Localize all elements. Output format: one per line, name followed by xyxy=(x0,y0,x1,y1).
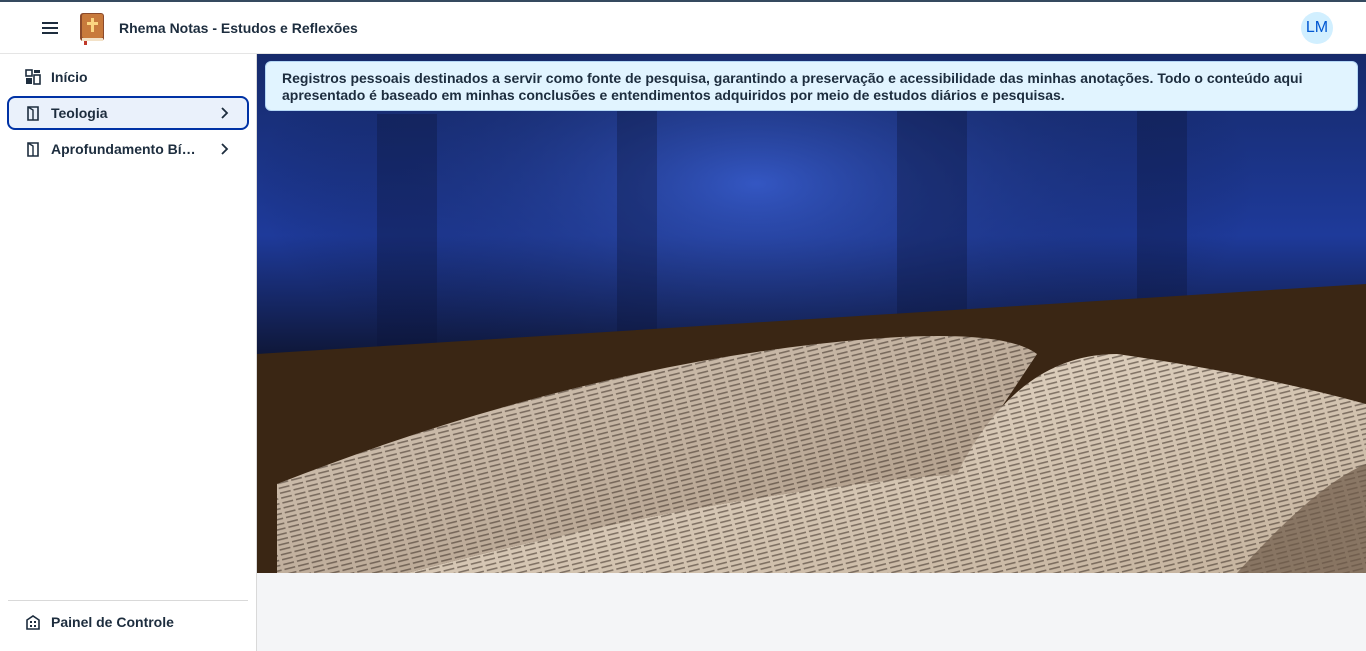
sidebar-item-label: Teologia xyxy=(51,105,108,121)
building-icon xyxy=(24,613,42,631)
dashboard-icon xyxy=(24,68,42,86)
app-logo[interactable] xyxy=(77,11,109,45)
sidebar-item-label: Painel de Controle xyxy=(51,614,174,630)
book-icon xyxy=(24,140,42,158)
sidebar-item-teologia[interactable]: Teologia xyxy=(7,96,249,130)
sidebar-divider xyxy=(8,600,248,601)
shell-bar: Rhema Notas - Estudos e Reflexões LM xyxy=(0,0,1366,54)
info-message-strip: Registros pessoais destinados a servir c… xyxy=(265,61,1358,111)
open-bible-image xyxy=(257,54,1366,573)
chevron-right-icon[interactable] xyxy=(217,142,231,156)
bible-hero-image xyxy=(257,54,1366,573)
sidebar-item-inicio[interactable]: Início xyxy=(7,60,249,94)
chevron-right-icon[interactable] xyxy=(217,106,231,120)
sidebar-item-label: Início xyxy=(51,69,88,85)
user-avatar[interactable]: LM xyxy=(1301,12,1333,44)
bible-logo-icon xyxy=(80,12,104,45)
menu-toggle-button[interactable] xyxy=(32,10,68,46)
app-title: Rhema Notas - Estudos e Reflexões xyxy=(119,19,358,36)
main-content: Registros pessoais destinados a servir c… xyxy=(257,54,1366,651)
sidebar-item-label: Aprofundamento Bíblico xyxy=(51,141,199,157)
book-icon xyxy=(24,104,42,122)
side-navigation: Início Teologia Aprofundamento Bíblico P… xyxy=(0,54,257,651)
sidebar-item-painel-de-controle[interactable]: Painel de Controle xyxy=(7,605,249,639)
sidebar-item-aprofundamento[interactable]: Aprofundamento Bíblico xyxy=(7,132,249,166)
hamburger-icon xyxy=(42,21,58,34)
